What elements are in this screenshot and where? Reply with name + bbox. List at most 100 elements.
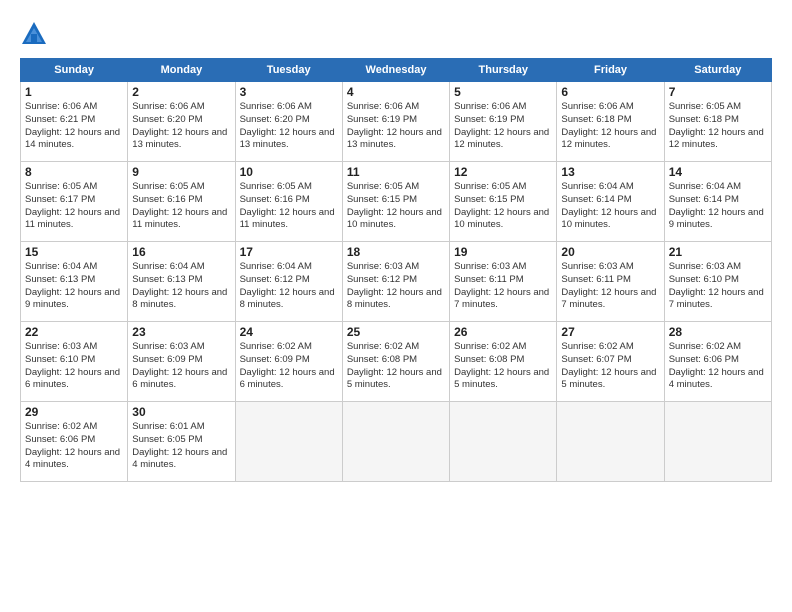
- week-row-5: 29 Sunrise: 6:02 AM Sunset: 6:06 PM Dayl…: [21, 402, 772, 482]
- day-cell-9: 9 Sunrise: 6:05 AM Sunset: 6:16 PM Dayli…: [128, 162, 235, 242]
- day-number: 12: [454, 165, 552, 179]
- day-cell-11: 11 Sunrise: 6:05 AM Sunset: 6:15 PM Dayl…: [342, 162, 449, 242]
- day-number: 18: [347, 245, 445, 259]
- day-number: 5: [454, 85, 552, 99]
- empty-cell: [557, 402, 664, 482]
- week-row-4: 22 Sunrise: 6:03 AM Sunset: 6:10 PM Dayl…: [21, 322, 772, 402]
- logo: [20, 20, 52, 48]
- day-info: Sunrise: 6:05 AM Sunset: 6:16 PM Dayligh…: [240, 181, 338, 232]
- day-info: Sunrise: 6:06 AM Sunset: 6:20 PM Dayligh…: [132, 101, 230, 152]
- day-number: 25: [347, 325, 445, 339]
- day-cell-8: 8 Sunrise: 6:05 AM Sunset: 6:17 PM Dayli…: [21, 162, 128, 242]
- day-cell-29: 29 Sunrise: 6:02 AM Sunset: 6:06 PM Dayl…: [21, 402, 128, 482]
- day-number: 19: [454, 245, 552, 259]
- day-number: 30: [132, 405, 230, 419]
- header-tuesday: Tuesday: [235, 59, 342, 82]
- empty-cell: [342, 402, 449, 482]
- day-cell-6: 6 Sunrise: 6:06 AM Sunset: 6:18 PM Dayli…: [557, 82, 664, 162]
- day-cell-27: 27 Sunrise: 6:02 AM Sunset: 6:07 PM Dayl…: [557, 322, 664, 402]
- day-info: Sunrise: 6:06 AM Sunset: 6:21 PM Dayligh…: [25, 101, 123, 152]
- day-number: 11: [347, 165, 445, 179]
- header-wednesday: Wednesday: [342, 59, 449, 82]
- day-cell-28: 28 Sunrise: 6:02 AM Sunset: 6:06 PM Dayl…: [664, 322, 771, 402]
- day-cell-13: 13 Sunrise: 6:04 AM Sunset: 6:14 PM Dayl…: [557, 162, 664, 242]
- day-info: Sunrise: 6:02 AM Sunset: 6:06 PM Dayligh…: [669, 341, 767, 392]
- day-number: 15: [25, 245, 123, 259]
- day-info: Sunrise: 6:01 AM Sunset: 6:05 PM Dayligh…: [132, 421, 230, 472]
- day-number: 4: [347, 85, 445, 99]
- day-cell-20: 20 Sunrise: 6:03 AM Sunset: 6:11 PM Dayl…: [557, 242, 664, 322]
- day-number: 26: [454, 325, 552, 339]
- day-info: Sunrise: 6:04 AM Sunset: 6:12 PM Dayligh…: [240, 261, 338, 312]
- day-number: 28: [669, 325, 767, 339]
- day-cell-21: 21 Sunrise: 6:03 AM Sunset: 6:10 PM Dayl…: [664, 242, 771, 322]
- day-cell-24: 24 Sunrise: 6:02 AM Sunset: 6:09 PM Dayl…: [235, 322, 342, 402]
- day-cell-30: 30 Sunrise: 6:01 AM Sunset: 6:05 PM Dayl…: [128, 402, 235, 482]
- day-number: 8: [25, 165, 123, 179]
- day-cell-5: 5 Sunrise: 6:06 AM Sunset: 6:19 PM Dayli…: [450, 82, 557, 162]
- day-cell-4: 4 Sunrise: 6:06 AM Sunset: 6:19 PM Dayli…: [342, 82, 449, 162]
- empty-cell: [664, 402, 771, 482]
- day-info: Sunrise: 6:05 AM Sunset: 6:15 PM Dayligh…: [347, 181, 445, 232]
- day-info: Sunrise: 6:04 AM Sunset: 6:13 PM Dayligh…: [132, 261, 230, 312]
- day-info: Sunrise: 6:03 AM Sunset: 6:10 PM Dayligh…: [25, 341, 123, 392]
- day-cell-15: 15 Sunrise: 6:04 AM Sunset: 6:13 PM Dayl…: [21, 242, 128, 322]
- day-info: Sunrise: 6:03 AM Sunset: 6:10 PM Dayligh…: [669, 261, 767, 312]
- day-cell-3: 3 Sunrise: 6:06 AM Sunset: 6:20 PM Dayli…: [235, 82, 342, 162]
- week-row-1: 1 Sunrise: 6:06 AM Sunset: 6:21 PM Dayli…: [21, 82, 772, 162]
- header-saturday: Saturday: [664, 59, 771, 82]
- day-info: Sunrise: 6:05 AM Sunset: 6:17 PM Dayligh…: [25, 181, 123, 232]
- day-number: 29: [25, 405, 123, 419]
- day-number: 1: [25, 85, 123, 99]
- day-cell-7: 7 Sunrise: 6:05 AM Sunset: 6:18 PM Dayli…: [664, 82, 771, 162]
- day-cell-18: 18 Sunrise: 6:03 AM Sunset: 6:12 PM Dayl…: [342, 242, 449, 322]
- day-number: 9: [132, 165, 230, 179]
- day-number: 10: [240, 165, 338, 179]
- day-cell-14: 14 Sunrise: 6:04 AM Sunset: 6:14 PM Dayl…: [664, 162, 771, 242]
- day-info: Sunrise: 6:06 AM Sunset: 6:20 PM Dayligh…: [240, 101, 338, 152]
- day-cell-16: 16 Sunrise: 6:04 AM Sunset: 6:13 PM Dayl…: [128, 242, 235, 322]
- day-number: 17: [240, 245, 338, 259]
- day-info: Sunrise: 6:02 AM Sunset: 6:06 PM Dayligh…: [25, 421, 123, 472]
- empty-cell: [235, 402, 342, 482]
- day-cell-26: 26 Sunrise: 6:02 AM Sunset: 6:08 PM Dayl…: [450, 322, 557, 402]
- day-cell-22: 22 Sunrise: 6:03 AM Sunset: 6:10 PM Dayl…: [21, 322, 128, 402]
- day-info: Sunrise: 6:04 AM Sunset: 6:13 PM Dayligh…: [25, 261, 123, 312]
- day-info: Sunrise: 6:05 AM Sunset: 6:18 PM Dayligh…: [669, 101, 767, 152]
- day-info: Sunrise: 6:04 AM Sunset: 6:14 PM Dayligh…: [561, 181, 659, 232]
- calendar: Sunday Monday Tuesday Wednesday Thursday…: [20, 58, 772, 482]
- day-number: 21: [669, 245, 767, 259]
- day-info: Sunrise: 6:02 AM Sunset: 6:09 PM Dayligh…: [240, 341, 338, 392]
- day-number: 14: [669, 165, 767, 179]
- day-number: 3: [240, 85, 338, 99]
- header-sunday: Sunday: [21, 59, 128, 82]
- header-friday: Friday: [557, 59, 664, 82]
- day-info: Sunrise: 6:05 AM Sunset: 6:15 PM Dayligh…: [454, 181, 552, 232]
- day-cell-10: 10 Sunrise: 6:05 AM Sunset: 6:16 PM Dayl…: [235, 162, 342, 242]
- day-info: Sunrise: 6:05 AM Sunset: 6:16 PM Dayligh…: [132, 181, 230, 232]
- day-number: 23: [132, 325, 230, 339]
- day-number: 13: [561, 165, 659, 179]
- day-number: 27: [561, 325, 659, 339]
- day-number: 2: [132, 85, 230, 99]
- page: Sunday Monday Tuesday Wednesday Thursday…: [0, 0, 792, 492]
- week-row-3: 15 Sunrise: 6:04 AM Sunset: 6:13 PM Dayl…: [21, 242, 772, 322]
- logo-icon: [20, 20, 48, 48]
- day-number: 22: [25, 325, 123, 339]
- day-info: Sunrise: 6:03 AM Sunset: 6:11 PM Dayligh…: [454, 261, 552, 312]
- day-info: Sunrise: 6:02 AM Sunset: 6:07 PM Dayligh…: [561, 341, 659, 392]
- header: [20, 16, 772, 48]
- day-info: Sunrise: 6:04 AM Sunset: 6:14 PM Dayligh…: [669, 181, 767, 232]
- day-cell-12: 12 Sunrise: 6:05 AM Sunset: 6:15 PM Dayl…: [450, 162, 557, 242]
- day-number: 6: [561, 85, 659, 99]
- day-number: 7: [669, 85, 767, 99]
- day-number: 20: [561, 245, 659, 259]
- empty-cell: [450, 402, 557, 482]
- day-info: Sunrise: 6:02 AM Sunset: 6:08 PM Dayligh…: [454, 341, 552, 392]
- day-cell-2: 2 Sunrise: 6:06 AM Sunset: 6:20 PM Dayli…: [128, 82, 235, 162]
- day-info: Sunrise: 6:03 AM Sunset: 6:09 PM Dayligh…: [132, 341, 230, 392]
- day-info: Sunrise: 6:06 AM Sunset: 6:19 PM Dayligh…: [347, 101, 445, 152]
- day-info: Sunrise: 6:03 AM Sunset: 6:12 PM Dayligh…: [347, 261, 445, 312]
- day-info: Sunrise: 6:06 AM Sunset: 6:19 PM Dayligh…: [454, 101, 552, 152]
- day-cell-17: 17 Sunrise: 6:04 AM Sunset: 6:12 PM Dayl…: [235, 242, 342, 322]
